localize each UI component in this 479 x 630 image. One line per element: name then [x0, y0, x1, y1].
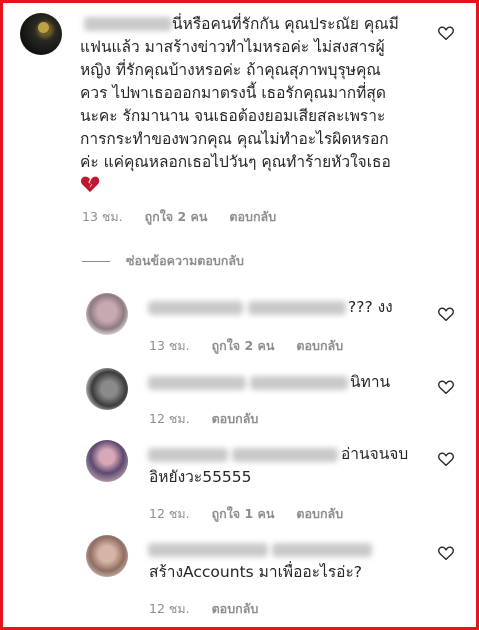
reply-text-continued: อิหยังวะ55555 [149, 468, 252, 486]
comment-line: นะคะ รักมานาน จนเธอต้องยอมเสียสละเพราะ [80, 107, 386, 125]
reply-time: 12 ชม. [149, 506, 190, 521]
reply-meta: 12 ชม. ตอบกลับ [149, 599, 276, 619]
reply-button[interactable]: ตอบกลับ [229, 209, 276, 224]
like-count[interactable]: ถูกใจ 2 คน [212, 338, 275, 353]
reply-meta: 13 ชม. ถูกใจ 2 คน ตอบกลับ [149, 336, 361, 356]
reply-meta: 12 ชม. ตอบกลับ [149, 409, 276, 429]
reply-time: 12 ชม. [149, 601, 190, 616]
reply-avatar[interactable] [86, 535, 128, 577]
heart-outline-icon[interactable] [437, 24, 455, 42]
blurred-mention[interactable] [248, 301, 346, 315]
reply-meta: 12 ชม. ถูกใจ 1 คน ตอบกลับ [149, 504, 361, 524]
like-count[interactable]: ถูกใจ 1 คน [212, 506, 275, 521]
main-comment-text: นี่หรือคนที่รักกัน คุณประณัย คุณมี แฟนแล… [80, 13, 425, 197]
reply-button[interactable]: ตอบกลับ [212, 601, 259, 616]
reply-button[interactable]: ตอบกลับ [296, 506, 343, 521]
reply-text: สร้างAccounts มาเพื่ออะไรอ่ะ? [149, 563, 363, 581]
commenter-avatar[interactable] [20, 13, 62, 55]
comment-line: ควร ไปพาเธอออกมาตรงนี้ เธอรักคุณมากที่สุ… [80, 84, 386, 102]
comment-line: หญิง ที่รักคุณบ้างหรอค่ะ ถ้าคุณสุภาพบุรุ… [80, 61, 381, 79]
blurred-mention[interactable] [232, 448, 338, 462]
blurred-username[interactable] [148, 376, 246, 390]
reply-avatar[interactable] [86, 293, 128, 335]
reply-text: ??? งง [348, 298, 393, 316]
reply-text: นิทาน [350, 373, 391, 391]
comment-line [80, 174, 425, 197]
reply-button[interactable]: ตอบกลับ [296, 338, 343, 353]
blurred-username[interactable] [148, 543, 268, 557]
blurred-username[interactable] [148, 448, 228, 462]
reply-time: 12 ชม. [149, 411, 190, 426]
blurred-username[interactable] [148, 301, 243, 315]
divider-dash [82, 261, 110, 262]
reply-text: อ่านจนจบ [341, 445, 409, 463]
heart-outline-icon[interactable] [437, 378, 455, 396]
reply-avatar[interactable] [86, 368, 128, 410]
blurred-mention[interactable] [250, 376, 348, 390]
comment-line: ค่ะ แค่คุณหลอกเธอไปวันๆ คุณทำร้ายหัวใจเธ… [80, 153, 391, 171]
comment-time: 13 ชม. [82, 209, 123, 224]
heart-outline-icon[interactable] [437, 450, 455, 468]
comment-line: นี่หรือคนที่รักกัน คุณประณัย คุณมี [172, 15, 399, 33]
like-count[interactable]: ถูกใจ 2 คน [145, 209, 208, 224]
reply-button[interactable]: ตอบกลับ [212, 411, 259, 426]
broken-heart-icon [80, 176, 100, 193]
comment-line: แฟนแล้ว มาสร้างข่าวทำไมหรอค่ะ ไม่สงสารผู… [80, 38, 385, 56]
heart-outline-icon[interactable] [437, 305, 455, 323]
heart-outline-icon[interactable] [437, 544, 455, 562]
comment-line: การกระทำของพวกคุณ คุณไม่ทำอะไรผิดหรอก [80, 130, 389, 148]
hide-replies-toggle[interactable]: ซ่อนข้อความตอบกลับ [82, 251, 244, 271]
reply-time: 13 ชม. [149, 338, 190, 353]
hide-replies-label: ซ่อนข้อความตอบกลับ [126, 253, 244, 268]
reply-avatar[interactable] [86, 440, 128, 482]
comment-meta: 13 ชม. ถูกใจ 2 คน ตอบกลับ [82, 207, 294, 227]
blurred-mention[interactable] [272, 543, 372, 557]
